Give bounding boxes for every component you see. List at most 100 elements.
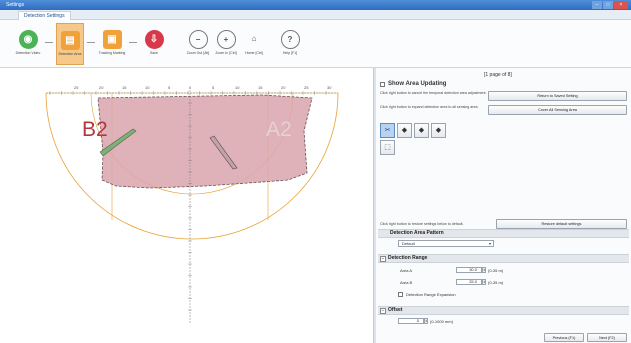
- step-connector: [87, 42, 95, 43]
- close-icon[interactable]: ×: [614, 1, 628, 9]
- home-icon: ⌂: [251, 34, 257, 43]
- restore-hint: Click right button to restore settings b…: [380, 222, 464, 226]
- detection-area-canvas[interactable]: 25 20 15 10 5 0 5 10 15 20 25 30 B2 A2: [0, 68, 373, 343]
- area-a-unit: (0-35 m): [488, 268, 504, 273]
- axis-number: 5: [212, 85, 215, 90]
- maximize-icon[interactable]: □: [603, 1, 613, 9]
- help-icon: ?: [280, 30, 300, 49]
- window-controls: – □ ×: [592, 1, 628, 9]
- offset-section-header[interactable]: − Offset: [378, 306, 629, 315]
- show-area-updating-checkbox[interactable]: Show Area Updating: [380, 81, 446, 87]
- zoom-in-label: Zoom In [Ctrl]: [215, 51, 237, 55]
- eraser-large-button[interactable]: ◆: [431, 123, 446, 138]
- eraser-medium-button[interactable]: ◆: [414, 123, 429, 138]
- step-connector: [129, 42, 137, 43]
- step-connector: [45, 42, 53, 43]
- tracking-marking-button[interactable]: ▣ Tracking Marking: [98, 23, 126, 65]
- minimize-icon[interactable]: –: [592, 1, 602, 9]
- expand-hint: Click right button to expand detection a…: [380, 105, 479, 109]
- zoom-out-button[interactable]: − Zoom Out [Alt]: [184, 23, 212, 65]
- axis-number: 10: [235, 85, 240, 90]
- eraser-icon: ◆: [418, 127, 425, 134]
- toolbar: ◉ Detection Video ▤ Detection Area ▣ Tra…: [0, 20, 631, 68]
- show-area-updating-label: Show Area Updating: [388, 81, 447, 87]
- area-b-input[interactable]: 25.0: [456, 279, 482, 285]
- pattern-select[interactable]: Default ▾: [398, 240, 494, 247]
- collapse-icon[interactable]: −: [380, 256, 386, 262]
- video-icon: ◉: [18, 30, 38, 49]
- axis-number: 25: [304, 85, 309, 90]
- tracking-marking-label: Tracking Marking: [98, 51, 126, 55]
- range-expansion-checkbox[interactable]: Detection Range Expansion: [398, 292, 456, 297]
- area-label-a2: A2: [266, 118, 292, 141]
- pattern-select-value: Default: [402, 241, 415, 246]
- range-section-header[interactable]: − Detection Range: [378, 254, 629, 263]
- page-indicator: [1 page of 8]: [484, 72, 512, 78]
- area-b-unit: (0-35 m): [488, 280, 504, 285]
- zoom-out-label: Zoom Out [Alt]: [186, 51, 210, 55]
- axis-number: 15: [122, 85, 127, 90]
- select-area-icon: ⬚: [384, 144, 391, 151]
- zoom-in-button[interactable]: + Zoom In [Ctrl]: [212, 23, 240, 65]
- area-b-label: Area B: [400, 280, 413, 285]
- tracking-icon: ▣: [102, 30, 122, 49]
- ribbon-tab-row: Detection Settings: [0, 10, 631, 20]
- home-button[interactable]: ⌂ Home [Ctrl]: [240, 23, 268, 65]
- chevron-down-icon: ▾: [488, 241, 491, 246]
- range-expansion-label: Detection Range Expansion: [406, 292, 456, 297]
- help-label: Help [F1]: [282, 51, 298, 55]
- zoom-in-icon: +: [216, 30, 236, 49]
- settings-panel: [1 page of 8] Show Area Updating Click r…: [376, 68, 631, 343]
- offset-stepper[interactable]: ⇕: [424, 318, 428, 324]
- next-button[interactable]: Next (F2): [587, 333, 627, 342]
- area-a-input[interactable]: 30.0: [456, 267, 482, 273]
- detection-video-label: Detection Video: [15, 51, 41, 55]
- axis-number: 15: [258, 85, 263, 90]
- home-label: Home [Ctrl]: [245, 51, 263, 55]
- scissors-icon: ✂: [384, 127, 391, 134]
- range-section-title: Detection Range: [388, 255, 428, 261]
- area-a-label: Area A: [400, 268, 413, 273]
- detection-area-drawing[interactable]: 25 20 15 10 5 0 5 10 15 20 25 30 B2 A2: [0, 68, 373, 343]
- window-title: Settings: [6, 2, 25, 8]
- select-area-button[interactable]: ⬚: [380, 140, 395, 155]
- restore-default-button[interactable]: Restore default settings: [496, 219, 627, 229]
- offset-section-title: Offset: [388, 307, 403, 313]
- offset-input[interactable]: 0: [398, 318, 424, 324]
- eraser-tool-button[interactable]: ◆: [397, 123, 412, 138]
- detection-area-button[interactable]: ▤ Detection Area: [56, 23, 84, 65]
- axis-number: 20: [99, 85, 104, 90]
- axis-number: 10: [145, 85, 150, 90]
- eraser-icon: ◆: [435, 127, 442, 134]
- tab-detection-settings[interactable]: Detection Settings: [18, 11, 71, 20]
- help-button[interactable]: ? Help [F1]: [276, 23, 304, 65]
- cover-all-area-button[interactable]: Cover All Sensing Area: [488, 105, 627, 115]
- pattern-section-header: Detection Area Pattern: [378, 229, 629, 238]
- area-b-stepper[interactable]: ⇕: [482, 279, 486, 285]
- area-label-b2: B2: [82, 118, 108, 141]
- save-icon: ⇩: [144, 30, 164, 49]
- axis-number: 25: [74, 85, 79, 90]
- detection-area-polygon[interactable]: [97, 94, 313, 189]
- area-icon: ▤: [60, 31, 80, 50]
- checkbox-icon: [398, 292, 403, 297]
- eraser-icon: ◆: [401, 127, 408, 134]
- cancel-hint: Click right button to cancel the tempora…: [380, 91, 487, 95]
- offset-unit: (0-1000 mm): [430, 319, 453, 324]
- axis-number: 20: [281, 85, 286, 90]
- save-button[interactable]: ⇩ Save: [140, 23, 168, 65]
- detection-area-label: Detection Area: [58, 52, 82, 56]
- previous-button[interactable]: Previous (F1): [544, 333, 584, 342]
- collapse-icon[interactable]: −: [380, 308, 386, 314]
- checkbox-icon: [380, 81, 385, 87]
- axis-number: 0: [189, 85, 192, 90]
- save-label: Save: [150, 51, 158, 55]
- title-bar: Settings – □ ×: [0, 0, 631, 10]
- axis-number: 30: [327, 85, 332, 90]
- zoom-out-icon: −: [188, 30, 208, 49]
- detection-video-button[interactable]: ◉ Detection Video: [14, 23, 42, 65]
- axis-number: 5: [168, 85, 171, 90]
- area-a-stepper[interactable]: ⇕: [482, 267, 486, 273]
- return-to-saved-button[interactable]: Return to Saved Setting: [488, 91, 627, 101]
- cut-tool-button[interactable]: ✂: [380, 123, 395, 138]
